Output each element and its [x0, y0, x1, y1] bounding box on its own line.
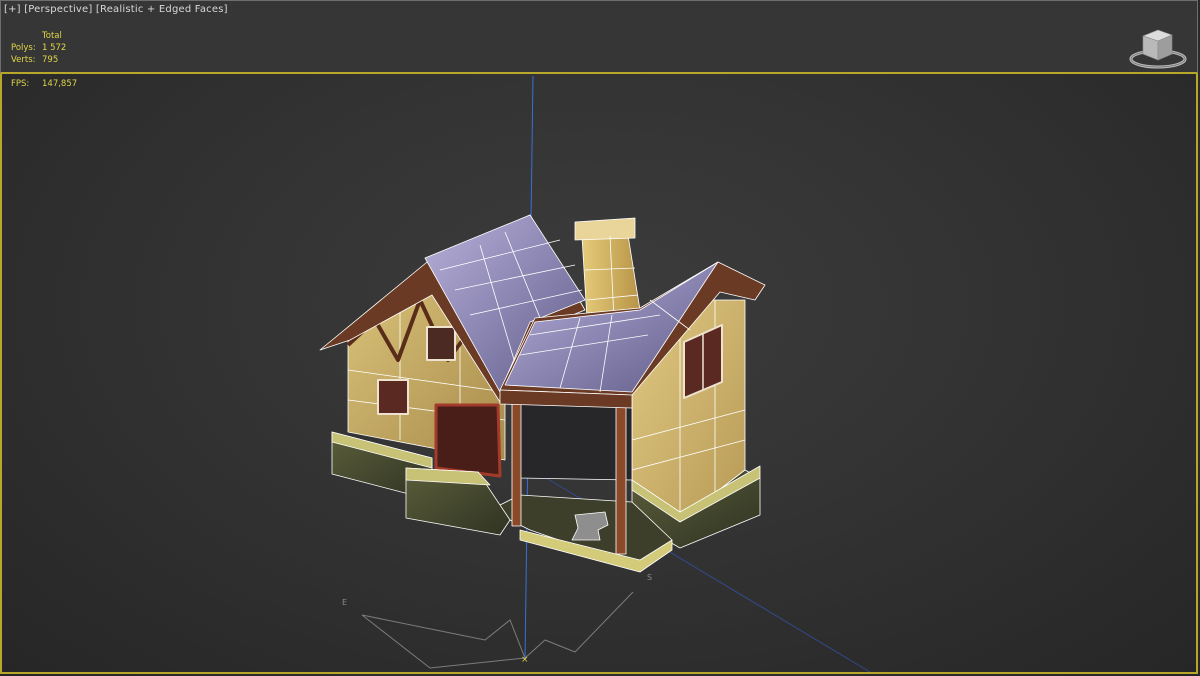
gizmo-label-s: S — [647, 573, 652, 582]
chimney-cap — [574, 217, 636, 241]
gizmo-label-e: E — [342, 598, 347, 607]
front-door — [434, 403, 502, 478]
window-lower-left — [377, 379, 409, 415]
perspective-viewport[interactable]: [+] [Perspective] [Realistic + Edged Fac… — [0, 0, 1200, 676]
house-model — [319, 214, 766, 573]
world-grid-gizmo — [361, 591, 634, 669]
pivot-marker: × — [521, 655, 529, 665]
scene-canvas[interactable]: E S × — [0, 0, 1200, 676]
window-upper-left — [426, 326, 456, 361]
porch-post-left — [511, 397, 522, 527]
porch-post-right — [615, 401, 627, 555]
